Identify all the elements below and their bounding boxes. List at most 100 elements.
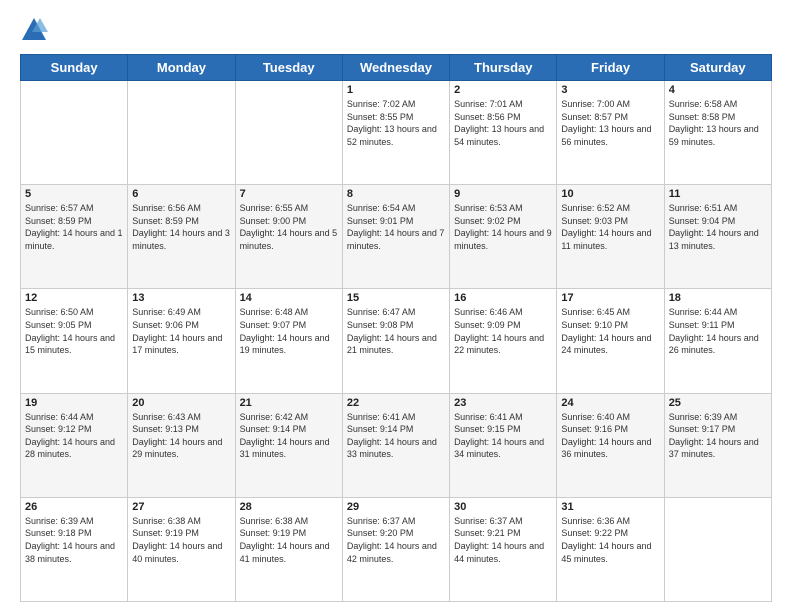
day-number: 5 xyxy=(25,188,123,200)
day-info: Sunrise: 6:45 AM Sunset: 9:10 PM Dayligh… xyxy=(561,306,659,356)
header xyxy=(20,16,772,44)
day-info: Sunrise: 6:37 AM Sunset: 9:21 PM Dayligh… xyxy=(454,515,552,565)
day-info: Sunrise: 7:01 AM Sunset: 8:56 PM Dayligh… xyxy=(454,98,552,148)
day-info: Sunrise: 6:55 AM Sunset: 9:00 PM Dayligh… xyxy=(240,202,338,252)
calendar-cell: 5 Sunrise: 6:57 AM Sunset: 8:59 PM Daylig… xyxy=(21,185,128,289)
calendar-cell: 9Sunrise: 6:53 AM Sunset: 9:02 PM Daylig… xyxy=(450,185,557,289)
calendar-cell: 10 Sunrise: 6:52 AM Sunset: 9:03 PM Dayli… xyxy=(557,185,664,289)
day-info: Sunrise: 6:39 AM Sunset: 9:18 PM Dayligh… xyxy=(25,515,123,565)
day-number: 2 xyxy=(454,84,552,96)
calendar-cell: 21 Sunrise: 6:42 AM Sunset: 9:14 PM Dayli… xyxy=(235,393,342,497)
day-number: 28 xyxy=(240,501,338,513)
day-number: 4 xyxy=(669,84,767,96)
calendar-week-4: 19Sunrise: 6:44 AM Sunset: 9:12 PM Dayli… xyxy=(21,393,772,497)
calendar-week-5: 26 Sunrise: 6:39 AM Sunset: 9:18 PM Dayli… xyxy=(21,497,772,601)
day-number: 27 xyxy=(132,501,230,513)
calendar-cell: 24 Sunrise: 6:40 AM Sunset: 9:16 PM Dayli… xyxy=(557,393,664,497)
calendar-cell: 28 Sunrise: 6:38 AM Sunset: 9:19 PM Dayli… xyxy=(235,497,342,601)
calendar-header-friday: Friday xyxy=(557,55,664,81)
day-info: Sunrise: 6:53 AM Sunset: 9:02 PM Dayligh… xyxy=(454,202,552,252)
calendar-cell: 17 Sunrise: 6:45 AM Sunset: 9:10 PM Dayli… xyxy=(557,289,664,393)
calendar-cell: 7 Sunrise: 6:55 AM Sunset: 9:00 PM Daylig… xyxy=(235,185,342,289)
calendar-cell: 12 Sunrise: 6:50 AM Sunset: 9:05 PM Dayli… xyxy=(21,289,128,393)
day-number: 6 xyxy=(132,188,230,200)
calendar-cell: 22 Sunrise: 6:41 AM Sunset: 9:14 PM Dayli… xyxy=(342,393,449,497)
calendar-cell: 13 Sunrise: 6:49 AM Sunset: 9:06 PM Dayli… xyxy=(128,289,235,393)
calendar-cell xyxy=(128,81,235,185)
day-info: Sunrise: 6:47 AM Sunset: 9:08 PM Dayligh… xyxy=(347,306,445,356)
page: SundayMondayTuesdayWednesdayThursdayFrid… xyxy=(0,0,792,612)
day-info: Sunrise: 6:57 AM Sunset: 8:59 PM Dayligh… xyxy=(25,202,123,252)
calendar-cell: 18Sunrise: 6:44 AM Sunset: 9:11 PM Dayli… xyxy=(664,289,771,393)
day-number: 16 xyxy=(454,292,552,304)
calendar-cell: 6 Sunrise: 6:56 AM Sunset: 8:59 PM Daylig… xyxy=(128,185,235,289)
day-info: Sunrise: 6:54 AM Sunset: 9:01 PM Dayligh… xyxy=(347,202,445,252)
day-info: Sunrise: 6:37 AM Sunset: 9:20 PM Dayligh… xyxy=(347,515,445,565)
day-info: Sunrise: 6:38 AM Sunset: 9:19 PM Dayligh… xyxy=(240,515,338,565)
day-info: Sunrise: 6:39 AM Sunset: 9:17 PM Dayligh… xyxy=(669,411,767,461)
day-info: Sunrise: 6:52 AM Sunset: 9:03 PM Dayligh… xyxy=(561,202,659,252)
day-number: 22 xyxy=(347,397,445,409)
calendar-cell: 4 Sunrise: 6:58 AM Sunset: 8:58 PM Daylig… xyxy=(664,81,771,185)
day-info: Sunrise: 6:46 AM Sunset: 9:09 PM Dayligh… xyxy=(454,306,552,356)
day-number: 26 xyxy=(25,501,123,513)
day-number: 13 xyxy=(132,292,230,304)
day-number: 10 xyxy=(561,188,659,200)
day-info: Sunrise: 6:43 AM Sunset: 9:13 PM Dayligh… xyxy=(132,411,230,461)
day-info: Sunrise: 6:58 AM Sunset: 8:58 PM Dayligh… xyxy=(669,98,767,148)
day-number: 11 xyxy=(669,188,767,200)
day-info: Sunrise: 6:40 AM Sunset: 9:16 PM Dayligh… xyxy=(561,411,659,461)
day-info: Sunrise: 6:51 AM Sunset: 9:04 PM Dayligh… xyxy=(669,202,767,252)
calendar-week-1: 1 Sunrise: 7:02 AM Sunset: 8:55 PM Daylig… xyxy=(21,81,772,185)
calendar-cell: 19Sunrise: 6:44 AM Sunset: 9:12 PM Dayli… xyxy=(21,393,128,497)
day-number: 17 xyxy=(561,292,659,304)
day-number: 23 xyxy=(454,397,552,409)
calendar-cell: 20 Sunrise: 6:43 AM Sunset: 9:13 PM Dayli… xyxy=(128,393,235,497)
day-info: Sunrise: 7:00 AM Sunset: 8:57 PM Dayligh… xyxy=(561,98,659,148)
calendar-header-saturday: Saturday xyxy=(664,55,771,81)
day-number: 25 xyxy=(669,397,767,409)
day-info: Sunrise: 6:41 AM Sunset: 9:15 PM Dayligh… xyxy=(454,411,552,461)
day-info: Sunrise: 6:49 AM Sunset: 9:06 PM Dayligh… xyxy=(132,306,230,356)
calendar-cell: 14 Sunrise: 6:48 AM Sunset: 9:07 PM Dayli… xyxy=(235,289,342,393)
day-number: 7 xyxy=(240,188,338,200)
calendar-cell: 2 Sunrise: 7:01 AM Sunset: 8:56 PM Daylig… xyxy=(450,81,557,185)
calendar-cell: 23 Sunrise: 6:41 AM Sunset: 9:15 PM Dayli… xyxy=(450,393,557,497)
day-number: 19 xyxy=(25,397,123,409)
calendar-cell: 1 Sunrise: 7:02 AM Sunset: 8:55 PM Daylig… xyxy=(342,81,449,185)
calendar-header-sunday: Sunday xyxy=(21,55,128,81)
day-number: 8 xyxy=(347,188,445,200)
calendar-header-thursday: Thursday xyxy=(450,55,557,81)
day-number: 21 xyxy=(240,397,338,409)
day-number: 20 xyxy=(132,397,230,409)
day-number: 14 xyxy=(240,292,338,304)
calendar-cell: 26 Sunrise: 6:39 AM Sunset: 9:18 PM Dayli… xyxy=(21,497,128,601)
day-info: Sunrise: 6:48 AM Sunset: 9:07 PM Dayligh… xyxy=(240,306,338,356)
calendar-cell: 3 Sunrise: 7:00 AM Sunset: 8:57 PM Daylig… xyxy=(557,81,664,185)
day-number: 24 xyxy=(561,397,659,409)
calendar-cell xyxy=(664,497,771,601)
day-number: 29 xyxy=(347,501,445,513)
calendar-cell: 11 Sunrise: 6:51 AM Sunset: 9:04 PM Dayli… xyxy=(664,185,771,289)
calendar-cell: 15 Sunrise: 6:47 AM Sunset: 9:08 PM Dayli… xyxy=(342,289,449,393)
day-number: 12 xyxy=(25,292,123,304)
day-info: Sunrise: 6:50 AM Sunset: 9:05 PM Dayligh… xyxy=(25,306,123,356)
day-number: 30 xyxy=(454,501,552,513)
calendar-header-tuesday: Tuesday xyxy=(235,55,342,81)
day-info: Sunrise: 7:02 AM Sunset: 8:55 PM Dayligh… xyxy=(347,98,445,148)
calendar-cell: 31Sunrise: 6:36 AM Sunset: 9:22 PM Dayli… xyxy=(557,497,664,601)
day-number: 3 xyxy=(561,84,659,96)
day-number: 15 xyxy=(347,292,445,304)
day-info: Sunrise: 6:42 AM Sunset: 9:14 PM Dayligh… xyxy=(240,411,338,461)
calendar-cell: 29 Sunrise: 6:37 AM Sunset: 9:20 PM Dayli… xyxy=(342,497,449,601)
day-number: 1 xyxy=(347,84,445,96)
calendar-cell xyxy=(235,81,342,185)
calendar-cell: 30 Sunrise: 6:37 AM Sunset: 9:21 PM Dayli… xyxy=(450,497,557,601)
day-info: Sunrise: 6:38 AM Sunset: 9:19 PM Dayligh… xyxy=(132,515,230,565)
calendar-week-2: 5 Sunrise: 6:57 AM Sunset: 8:59 PM Daylig… xyxy=(21,185,772,289)
day-info: Sunrise: 6:56 AM Sunset: 8:59 PM Dayligh… xyxy=(132,202,230,252)
day-info: Sunrise: 6:41 AM Sunset: 9:14 PM Dayligh… xyxy=(347,411,445,461)
calendar-cell: 16 Sunrise: 6:46 AM Sunset: 9:09 PM Dayli… xyxy=(450,289,557,393)
day-number: 31 xyxy=(561,501,659,513)
calendar-week-3: 12 Sunrise: 6:50 AM Sunset: 9:05 PM Dayli… xyxy=(21,289,772,393)
